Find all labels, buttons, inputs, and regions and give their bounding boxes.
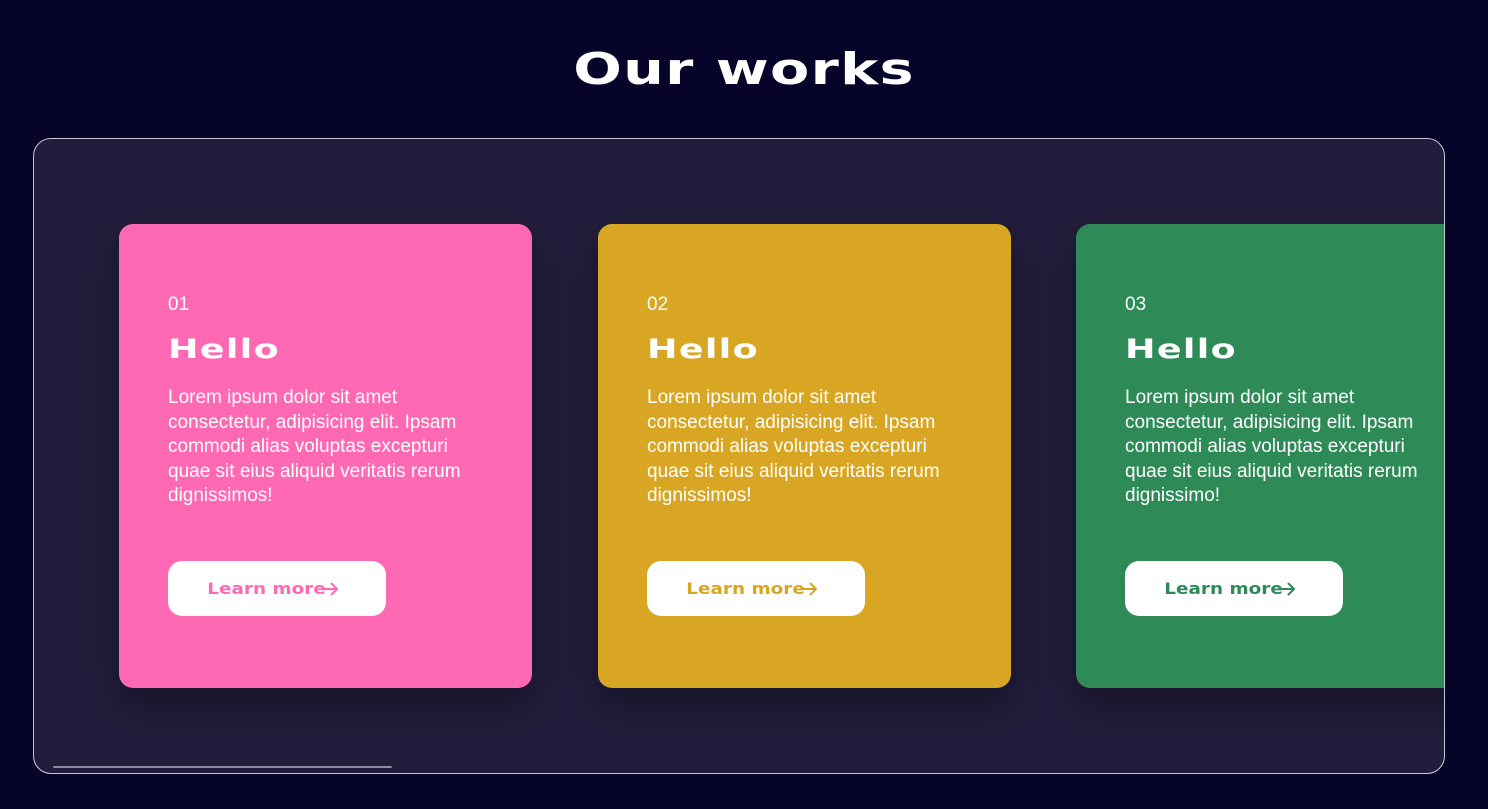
section-title: Our works bbox=[573, 44, 915, 95]
card-text: Lorem ipsum dolor sit amet consectetur, … bbox=[647, 387, 940, 506]
learn-more-button[interactable]: Learn more bbox=[168, 561, 386, 616]
learn-more-label: Learn more bbox=[1164, 579, 1284, 598]
card-number: 03 bbox=[1125, 294, 1147, 315]
learn-more-label: Learn more bbox=[207, 579, 327, 598]
learn-more-button[interactable]: Learn more bbox=[1125, 561, 1343, 616]
learn-more-label: Learn more bbox=[686, 579, 806, 598]
slider-track: 01 Hello Lorem ipsum dolor sit amet cons… bbox=[34, 139, 1444, 773]
card-title: Hello bbox=[647, 334, 760, 365]
card-title: Hello bbox=[168, 334, 281, 365]
card-text: Lorem ipsum dolor sit amet consectetur, … bbox=[1125, 387, 1418, 506]
page: Our works 01 Hello Lorem ipsum dolor sit… bbox=[0, 0, 1488, 809]
works-slider[interactable]: 01 Hello Lorem ipsum dolor sit amet cons… bbox=[33, 138, 1445, 774]
card-number: 01 bbox=[168, 294, 190, 315]
slider-scrollbar-thumb[interactable] bbox=[53, 766, 392, 768]
card-text: Lorem ipsum dolor sit amet consectetur, … bbox=[168, 387, 461, 506]
work-card-02: 02 Hello Lorem ipsum dolor sit amet cons… bbox=[598, 224, 1011, 688]
learn-more-button[interactable]: Learn more bbox=[647, 561, 865, 616]
card-number: 02 bbox=[647, 294, 669, 315]
work-card-03: 03 Hello Lorem ipsum dolor sit amet cons… bbox=[1076, 224, 1444, 688]
card-title: Hello bbox=[1125, 334, 1238, 365]
work-card-01: 01 Hello Lorem ipsum dolor sit amet cons… bbox=[119, 224, 532, 688]
